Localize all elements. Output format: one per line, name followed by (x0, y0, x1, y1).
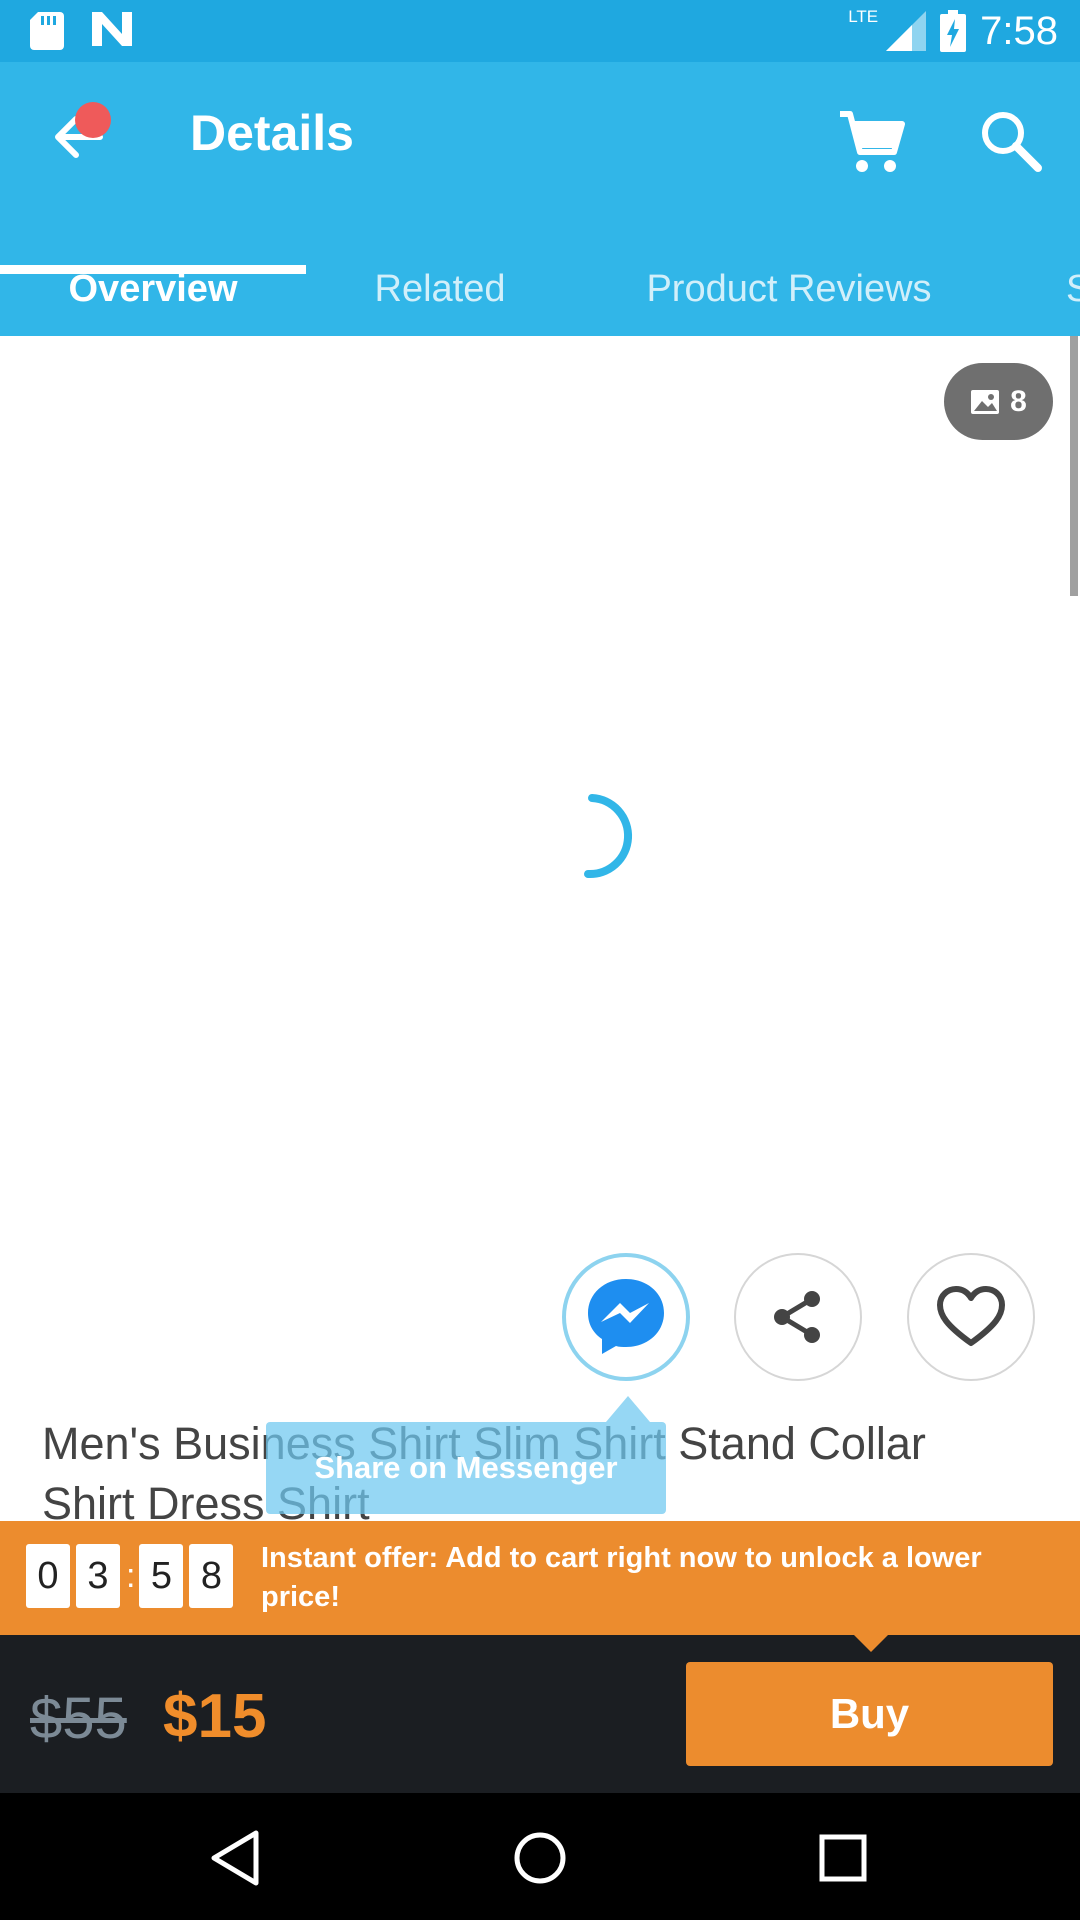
image-count: 8 (1010, 384, 1027, 418)
sale-price: $15 (163, 1682, 267, 1751)
timer-digit: 3 (76, 1544, 120, 1608)
loading-spinner-icon (584, 794, 632, 879)
notification-dot (75, 102, 111, 138)
tab-related[interactable]: Related (330, 242, 550, 336)
timer-digit: 5 (139, 1544, 184, 1608)
tab-product-reviews[interactable]: Product Reviews (620, 242, 958, 336)
tooltip-arrow (606, 1396, 650, 1422)
share-icon (774, 1291, 820, 1343)
status-bar: LTE 7:58 (0, 0, 1080, 62)
signal-icon (886, 11, 927, 51)
battery-charging-icon (940, 10, 967, 52)
purchase-bar: $55 $15 Buy (0, 1635, 1080, 1793)
sd-card-icon (30, 12, 64, 50)
clock: 7:58 (980, 8, 1058, 53)
n-notification-icon (92, 12, 132, 46)
messenger-tooltip[interactable]: Share on Messenger (266, 1422, 666, 1514)
app-bar: Details Overview Related Product Reviews… (0, 62, 1080, 336)
page-title: Details (190, 105, 354, 161)
recents-nav-icon[interactable] (808, 1823, 878, 1893)
scrollbar[interactable] (1070, 336, 1078, 596)
home-nav-icon[interactable] (505, 1823, 575, 1893)
messenger-share-button[interactable] (562, 1253, 690, 1381)
heart-icon (937, 1286, 1005, 1346)
messenger-icon (588, 1279, 664, 1354)
system-nav-bar (0, 1793, 1080, 1920)
tab-overview[interactable]: Overview (0, 242, 306, 336)
share-button[interactable] (734, 1253, 862, 1381)
tab-indicator (0, 265, 306, 274)
timer-digit: 8 (189, 1544, 234, 1608)
original-price: $55 (30, 1686, 127, 1751)
image-icon (971, 389, 1000, 414)
instant-offer-bar[interactable]: 0 3 : 5 8 Instant offer: Add to cart rig… (0, 1521, 1080, 1635)
image-count-badge[interactable]: 8 (944, 363, 1053, 440)
search-icon[interactable] (976, 106, 1046, 176)
wishlist-button[interactable] (907, 1253, 1035, 1381)
tab-bar: Overview Related Product Reviews S (0, 242, 1080, 336)
tab-partial[interactable]: S (1066, 242, 1080, 336)
timer-separator: : (126, 1556, 136, 1595)
back-nav-icon[interactable] (200, 1823, 270, 1893)
network-label: LTE (848, 7, 879, 26)
timer-digit: 0 (26, 1544, 70, 1608)
offer-text: Instant offer: Add to cart right now to … (261, 1542, 982, 1613)
countdown-timer: 0 3 : 5 8 (26, 1543, 239, 1609)
buy-button[interactable]: Buy (686, 1662, 1053, 1766)
offer-pointer (854, 1635, 888, 1652)
cart-icon[interactable] (836, 108, 906, 178)
